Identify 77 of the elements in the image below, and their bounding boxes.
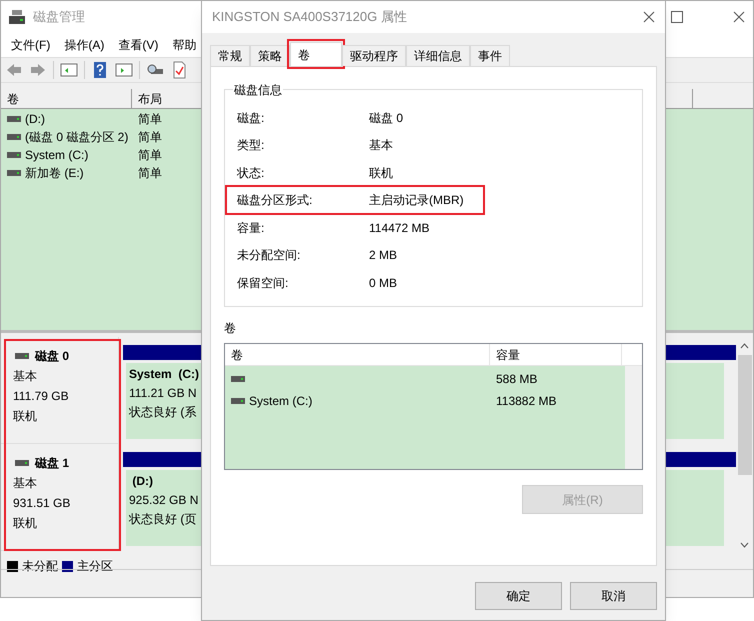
disk-size: 111.79 GB: [13, 388, 70, 405]
disk-management-icon: [9, 10, 25, 24]
dialog-button[interactable]: 取消: [570, 582, 657, 610]
info-value: 基本: [369, 137, 393, 154]
info-label: 磁盘:: [237, 110, 266, 127]
layout-cell-text: 简单: [137, 147, 162, 164]
help-icon[interactable]: [91, 61, 109, 79]
tab[interactable]: 驱动程序: [342, 45, 406, 66]
drive-icon: [7, 134, 21, 140]
menu-item[interactable]: 查看(V): [118, 36, 158, 54]
disk-name: 磁盘 1: [35, 455, 70, 472]
partition-size: 925.32 GB N: [129, 492, 198, 509]
layout-cell-text: 简单: [137, 129, 162, 146]
drive-icon: [7, 152, 21, 158]
info-value: 2 MB: [369, 247, 398, 264]
tab[interactable]: 事件: [470, 45, 510, 66]
tab[interactable]: 策略: [250, 45, 290, 66]
disk-card[interactable]: 磁盘 0 基本 111.79 GB 联机: [1, 337, 119, 444]
scrollbar[interactable]: [625, 366, 642, 469]
disk-type: 基本: [13, 475, 38, 492]
tab[interactable]: 卷: [290, 42, 342, 66]
info-value: 联机: [369, 164, 393, 182]
partition-name: (D:): [131, 473, 153, 490]
capacity-cell-text: 113882 MB: [495, 393, 556, 410]
disk-name: 磁盘 0: [35, 348, 70, 365]
volume-name: (磁盘 0 磁盘分区 2): [25, 129, 128, 146]
group-title: 磁盘信息: [233, 81, 283, 99]
window-title: 磁盘管理: [33, 8, 85, 26]
forward-icon[interactable]: [29, 61, 47, 79]
partition-name: System (C:): [129, 366, 200, 383]
info-label: 类型:: [237, 137, 266, 154]
drive-icon: [231, 398, 245, 404]
dialog-button[interactable]: 确定: [475, 582, 562, 610]
dialog-title: KINGSTON SA400S37120G 属性: [212, 8, 407, 26]
volume-name: System (C:): [25, 147, 88, 164]
drive-icon: [7, 116, 21, 122]
volume-name: 新加卷 (E:): [25, 165, 84, 182]
back-icon[interactable]: [5, 61, 23, 79]
section-label: 卷: [224, 320, 237, 337]
scroll-down-icon[interactable]: [740, 542, 749, 548]
close-icon[interactable]: [643, 11, 655, 23]
info-value: 磁盘 0: [369, 110, 404, 127]
drive-icon: [15, 353, 29, 359]
disk-card[interactable]: 磁盘 1 基本 931.51 GB 联机: [1, 444, 119, 551]
panel-icon[interactable]: [115, 61, 133, 79]
info-label: 容量:: [237, 220, 266, 237]
volume-name: System (C:): [249, 393, 312, 410]
close-icon[interactable]: [733, 11, 745, 23]
menu-item[interactable]: 文件(F): [11, 36, 50, 54]
info-value: 114472 MB: [369, 220, 430, 237]
info-value: 0 MB: [369, 274, 398, 292]
panel-icon[interactable]: [60, 61, 78, 79]
volume-name: (D:): [25, 111, 45, 128]
capacity-cell-text: 588 MB: [495, 371, 538, 388]
partition-size: 111.21 GB N: [129, 385, 197, 402]
layout-cell-text: 简单: [137, 111, 162, 128]
partition-status: 状态良好 (系: [129, 404, 196, 421]
tab[interactable]: 详细信息: [406, 45, 470, 66]
disk-status: 联机: [13, 408, 38, 425]
disk-type: 基本: [13, 368, 38, 385]
info-label: 保留空间:: [237, 274, 290, 292]
partition-status: 状态良好 (页: [129, 511, 196, 528]
drive-icon: [15, 460, 29, 466]
disk-status: 联机: [13, 515, 38, 532]
tab[interactable]: 常规: [210, 45, 250, 66]
drive-icon: [7, 170, 21, 176]
menu-item[interactable]: 操作(A): [64, 36, 104, 54]
info-label: 未分配空间:: [237, 247, 302, 264]
drive-icon: [231, 376, 245, 382]
maximize-icon[interactable]: [671, 11, 683, 23]
layout-cell-text: 简单: [137, 165, 162, 182]
menu-item[interactable]: 帮助: [172, 36, 196, 54]
info-value: 主启动记录(MBR): [369, 192, 464, 210]
disk-size: 931.51 GB: [13, 495, 72, 512]
info-label: 磁盘分区形式:: [237, 192, 314, 210]
scroll-up-icon[interactable]: [740, 343, 749, 349]
info-label: 状态:: [237, 164, 266, 182]
